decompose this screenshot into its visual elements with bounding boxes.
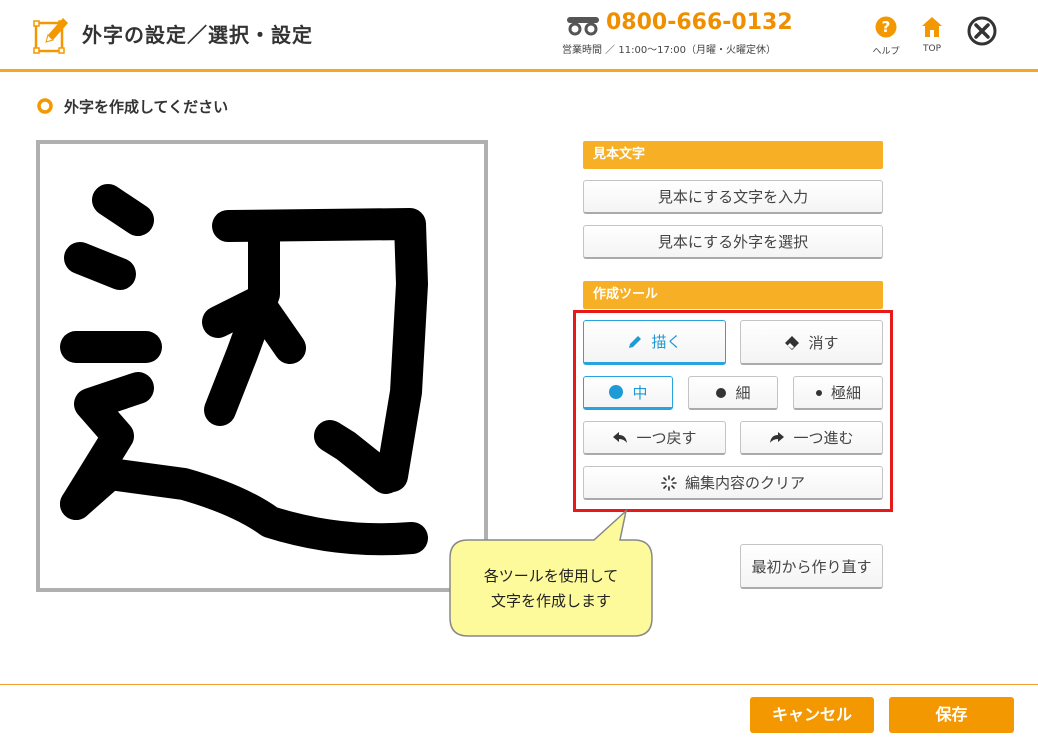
home-icon xyxy=(922,17,942,37)
redo-label: 一つ進む xyxy=(793,429,854,447)
close-icon[interactable] xyxy=(962,14,1002,54)
business-hours: 営業時間 ／ 11:00〜17:00（月曜・火曜定休） xyxy=(562,45,776,56)
dot-medium-icon xyxy=(716,387,727,398)
clear-edits-button[interactable]: 編集内容のクリア xyxy=(583,466,883,500)
drawn-character xyxy=(60,184,428,556)
drawing-canvas[interactable] xyxy=(36,140,488,592)
bullet-ring-icon xyxy=(37,98,53,114)
svg-text:?: ? xyxy=(882,18,891,36)
cancel-button[interactable]: キャンセル xyxy=(750,697,874,733)
tooltip-line-1: 各ツールを使用して xyxy=(483,567,619,585)
select-sample-gaiji-button[interactable]: 見本にする外字を選択 xyxy=(583,225,883,259)
draw-tool-button[interactable]: 描く xyxy=(583,320,726,365)
top-button[interactable]: TOP xyxy=(912,14,952,64)
help-label: ヘルプ xyxy=(872,47,900,57)
page-title: 外字の設定／選択・設定 xyxy=(82,23,313,47)
save-button[interactable]: 保存 xyxy=(889,697,1014,733)
dot-small-icon xyxy=(815,389,822,396)
size-medium-label: 中 xyxy=(632,383,648,402)
undo-arrow-icon xyxy=(613,431,628,443)
size-thin-label: 細 xyxy=(735,384,751,402)
phone-number: 0800-666-0132 xyxy=(606,10,793,35)
input-sample-text-label: 見本にする文字を入力 xyxy=(657,188,809,206)
size-extra-thin-label: 極細 xyxy=(830,384,861,402)
header: 外字の設定／選択・設定 0800-666-0132 営業時間 ／ 11:00〜1… xyxy=(0,0,1038,70)
header-divider xyxy=(0,69,1038,72)
erase-tool-button[interactable]: 消す xyxy=(740,320,883,365)
spinner-icon xyxy=(661,474,677,491)
tools-section-header: 作成ツール xyxy=(583,281,883,309)
undo-button[interactable]: 一つ戻す xyxy=(583,421,726,455)
clear-label: 編集内容のクリア xyxy=(684,474,805,492)
restart-label: 最初から作り直す xyxy=(751,557,872,576)
draw-label: 描く xyxy=(651,333,682,351)
select-sample-gaiji-label: 見本にする外字を選択 xyxy=(657,233,809,251)
erase-label: 消す xyxy=(808,333,839,352)
redo-button[interactable]: 一つ進む xyxy=(740,421,883,455)
pen-size-thin-button[interactable]: 細 xyxy=(688,376,778,410)
tooltip-line-2: 文字を作成します xyxy=(490,592,611,610)
edit-icon xyxy=(33,18,68,54)
eraser-icon xyxy=(785,336,800,350)
instruction-text: 外字を作成してください xyxy=(64,98,229,116)
pencil-icon xyxy=(629,335,642,348)
freedial-icon xyxy=(567,17,599,36)
undo-label: 一つ戻す xyxy=(636,429,697,447)
help-button[interactable]: ? ヘルプ xyxy=(866,14,906,64)
pen-size-extra-thin-button[interactable]: 極細 xyxy=(793,376,883,410)
redo-arrow-icon xyxy=(770,431,785,443)
tooltip-text: 各ツールを使用して 文字を作成します xyxy=(448,564,654,614)
restart-button[interactable]: 最初から作り直す xyxy=(740,544,883,589)
top-label: TOP xyxy=(922,44,941,54)
input-sample-text-button[interactable]: 見本にする文字を入力 xyxy=(583,180,883,214)
pen-size-medium-button[interactable]: 中 xyxy=(583,376,673,410)
footer-divider xyxy=(0,684,1038,685)
question-icon: ? xyxy=(875,16,897,38)
sample-section-header: 見本文字 xyxy=(583,141,883,169)
dot-large-icon xyxy=(609,385,624,399)
